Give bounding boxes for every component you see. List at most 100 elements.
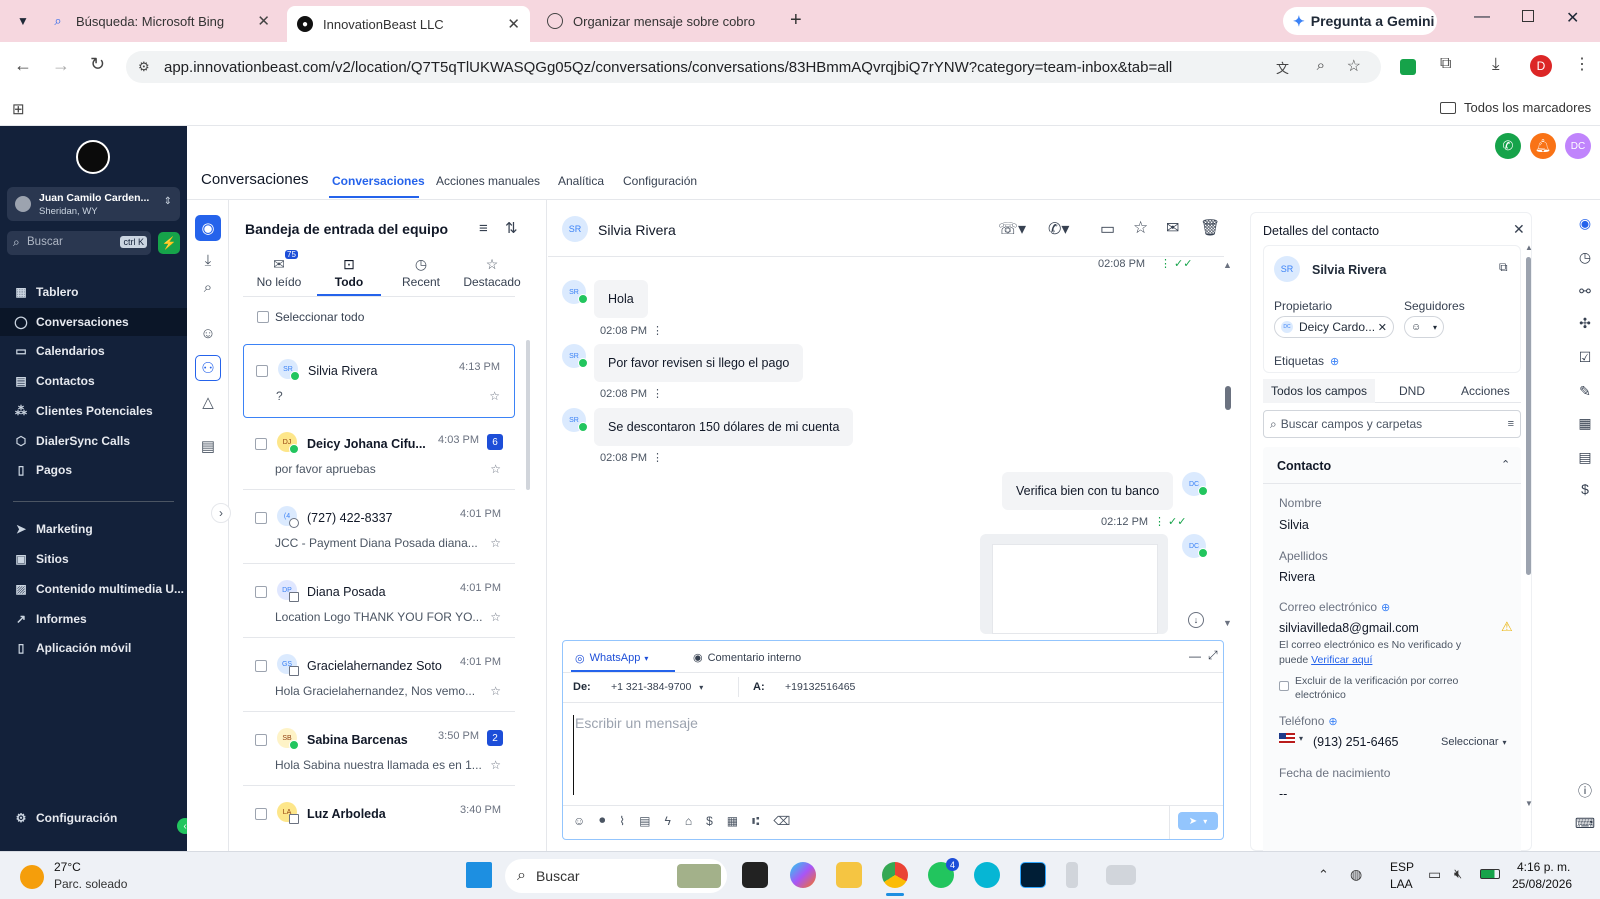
sidebar-item-marketing[interactable]: ➤ Marketing (0, 515, 187, 543)
star-icon[interactable]: ☆ (489, 389, 500, 403)
sidebar-item-contactos[interactable]: ▤ Contactos (0, 367, 187, 395)
details-scroll-down-icon[interactable]: ▼ (1525, 799, 1533, 808)
star-icon[interactable]: ☆ (490, 758, 501, 772)
language-layout[interactable]: LAA (1390, 877, 1413, 891)
browser-tab-innovationbeast[interactable]: ● InnovationBeast LLC ✕ (287, 6, 530, 42)
bookmark-star-icon[interactable]: ☆ (1347, 56, 1361, 76)
sort-icon[interactable]: ⇅ (505, 219, 518, 237)
windows-start-icon[interactable] (466, 862, 492, 888)
share-network-icon[interactable]: ⚯ (1576, 282, 1594, 300)
chat-contact-avatar[interactable]: SR (562, 216, 588, 242)
scroll-up-icon[interactable]: ▲ (1223, 260, 1232, 270)
select-all-label[interactable]: Seleccionar todo (275, 310, 364, 324)
triangle-network-icon[interactable]: △ (195, 389, 221, 415)
new-tab-plus-icon[interactable]: + (790, 9, 802, 32)
copilot-icon[interactable] (790, 862, 816, 888)
conversation-item[interactable]: SR Silvia Rivera 4:13 PM ? ☆ (243, 344, 515, 418)
sidebar-search[interactable]: ⌕ Buscar ctrl K (7, 231, 151, 255)
table-icon[interactable]: ▦ (727, 814, 738, 828)
conversation-checkbox[interactable] (255, 734, 267, 746)
phone-link-icon[interactable] (1066, 862, 1078, 888)
notification-bell-icon[interactable]: 🔔︎ (1530, 133, 1556, 159)
download-icon[interactable]: ⤓ (1492, 54, 1500, 74)
outgoing-image-attachment[interactable] (980, 534, 1168, 634)
clock-time[interactable]: 4:16 p. m. (1517, 860, 1570, 874)
tab-analitica[interactable]: Analítica (558, 174, 604, 188)
conversation-checkbox[interactable] (256, 365, 268, 377)
phone-type-select[interactable]: Seleccionar ▾ (1441, 736, 1507, 748)
photoshop-icon[interactable] (1020, 862, 1046, 888)
gemini-button[interactable]: ✦ Pregunta a Gemini (1283, 7, 1437, 35)
sidebar-item-tablero[interactable]: ▦ Tablero (0, 278, 187, 306)
internal-comment-tab[interactable]: ◉ Comentario interno (693, 651, 801, 665)
message-menu-icon[interactable]: ⋮ (652, 324, 663, 337)
conversation-checkbox[interactable] (255, 660, 267, 672)
battery-icon[interactable] (1480, 869, 1500, 879)
dollar-icon[interactable]: $ (706, 814, 713, 828)
team-inbox-icon[interactable]: ◉ (195, 215, 221, 241)
zoom-icon[interactable]: ⌕ (1317, 57, 1325, 74)
file-explorer-icon[interactable] (836, 862, 862, 888)
taskbar-search[interactable]: ⌕ Buscar (505, 859, 727, 893)
filter-icon[interactable]: ≡ (1508, 418, 1514, 430)
sidebar-item-pagos[interactable]: ▯ Pagos (0, 456, 187, 484)
scroll-to-bottom-button[interactable]: ↓ (1188, 612, 1204, 628)
section-title[interactable]: Contacto (1277, 459, 1331, 473)
chrome-icon[interactable] (882, 862, 908, 888)
conversation-item[interactable]: (4 (727) 422-8337 4:01 PM JCC - Payment … (243, 492, 515, 564)
url-omnibox[interactable]: ⚙ app.innovationbeast.com/v2/location/Q7… (126, 51, 1381, 83)
scroll-thumb[interactable] (1225, 386, 1231, 410)
last-name-value[interactable]: Rivera (1279, 570, 1315, 584)
extensions-puzzle-icon[interactable]: ⧉ (1440, 55, 1451, 73)
conversation-checkbox[interactable] (255, 808, 267, 820)
language-code[interactable]: ESP (1390, 860, 1414, 874)
task-view-icon[interactable] (742, 862, 768, 888)
weather-desc[interactable]: Parc. soleado (54, 877, 127, 891)
open-external-icon[interactable]: ⧉ (1499, 260, 1508, 275)
download-inbox-icon[interactable]: ⤓ (195, 247, 221, 273)
plus-circle-icon[interactable]: ⊕ (1328, 715, 1337, 728)
sidebar-item-app-movil[interactable]: ▯ Aplicación móvil (0, 634, 187, 662)
conversation-item[interactable]: LA Luz Arboleda 3:40 PM (243, 788, 515, 848)
sidebar-item-media[interactable]: ▨ Contenido multimedia U... (0, 575, 187, 603)
tray-overflow-icon[interactable]: ⌃ (1318, 867, 1329, 883)
followers-select[interactable]: ☺ ▾ (1404, 316, 1444, 338)
canva-icon[interactable] (974, 862, 1000, 888)
browser-tab-bing[interactable]: ⌕ Búsqueda: Microsoft Bing ✕ (40, 6, 280, 36)
sidebar-item-dialersync[interactable]: ⬡ DialerSync Calls (0, 427, 187, 455)
user-avatar[interactable]: DC (1565, 133, 1591, 159)
sidebar-item-calendarios[interactable]: ▭ Calendarios (0, 337, 187, 365)
conversation-item[interactable]: SB Sabina Barcenas 3:50 PM 2 Hola Sabina… (243, 714, 515, 786)
phone-country-select[interactable]: ▾ (1279, 733, 1303, 744)
sidebar-item-clientes-potenciales[interactable]: ⁂ Clientes Potenciales (0, 397, 187, 425)
list-scrollbar[interactable] (526, 340, 530, 490)
inbox-tab-recent[interactable]: ◷ Recent (389, 256, 453, 294)
browser-menu-icon[interactable]: ⋮ (1574, 54, 1590, 74)
mail-icon[interactable]: ✉ (1166, 218, 1179, 238)
expand-composer-icon[interactable]: ⤢ (1208, 648, 1218, 663)
phone-value[interactable]: (913) 251-6465 (1313, 735, 1398, 749)
select-all-checkbox[interactable] (257, 311, 269, 323)
message-input[interactable]: Escribir un mensaje (573, 715, 1213, 795)
trash-icon[interactable]: 🗑︎ (1200, 218, 1220, 238)
inbox-tab-starred[interactable]: ☆ Destacado (459, 256, 525, 294)
translate-icon[interactable]: 文 (1276, 58, 1289, 77)
birthday-value[interactable]: -- (1279, 787, 1287, 801)
folder-icon[interactable]: ▭ (1100, 219, 1115, 239)
conversation-item[interactable]: DJ Deicy Johana Cifu... 4:03 PM 6 por fa… (243, 418, 515, 490)
dollar-circle-icon[interactable]: $ (1576, 480, 1594, 498)
conversation-checkbox[interactable] (255, 438, 267, 450)
close-icon[interactable]: ✕ (1513, 221, 1525, 238)
tab-dnd[interactable]: DND (1399, 384, 1425, 398)
remove-owner-icon[interactable]: ✕ (1378, 321, 1387, 334)
tasks-icon[interactable]: ☑ (1576, 348, 1594, 366)
channel-selector[interactable]: ◎ WhatsApp ▾ (575, 649, 648, 667)
document-icon[interactable]: ▤ (639, 814, 650, 828)
sidebar-item-configuracion[interactable]: ⚙ Configuración (0, 804, 187, 832)
emoji-icon[interactable]: ☺ (573, 814, 585, 828)
minimize-composer-icon[interactable]: — (1189, 649, 1201, 663)
tab-configuracion[interactable]: Configuración (623, 174, 697, 188)
phone-call-button[interactable]: ✆ (1495, 133, 1521, 159)
network-status-icon[interactable]: ◍ (1350, 866, 1362, 883)
microphone-icon[interactable]: ⏺ (599, 813, 605, 828)
